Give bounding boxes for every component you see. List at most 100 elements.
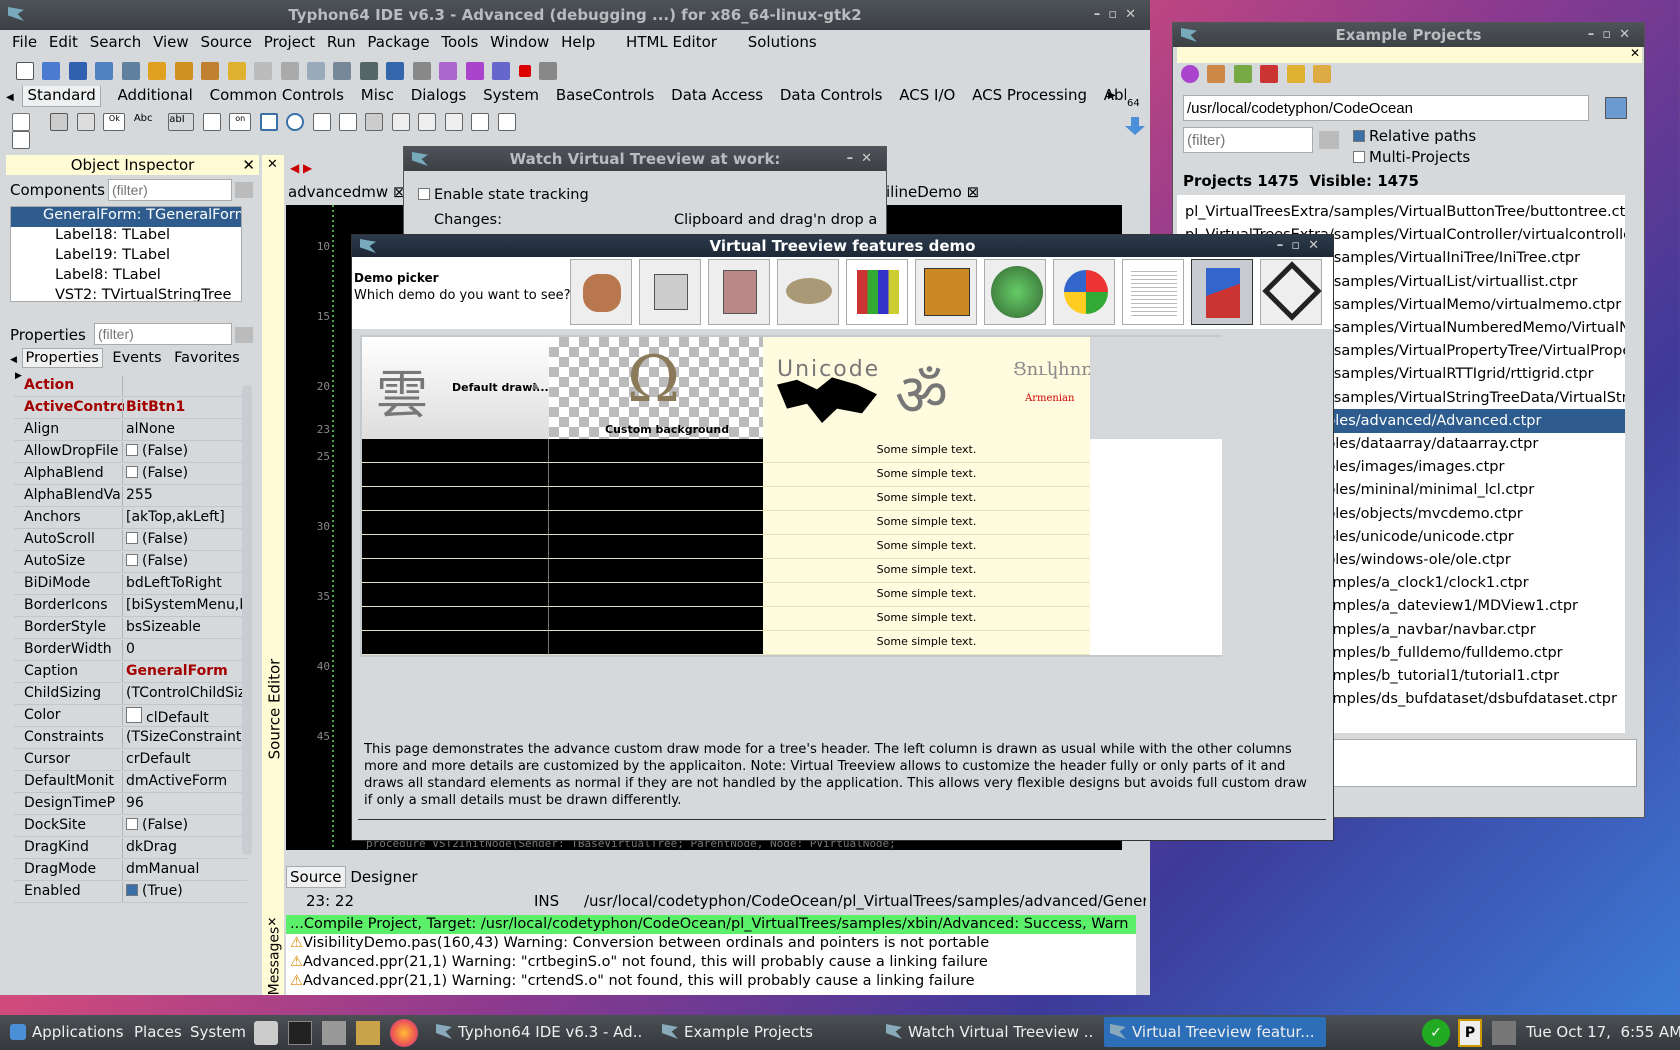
tab-source[interactable]: Source xyxy=(286,866,346,888)
message-warning[interactable]: ⚠Advanced.ppr(21,1) Warning: "crtbeginS.… xyxy=(286,953,1136,972)
watch-titlebar[interactable]: Watch Virtual Treeview at work: –✕ xyxy=(404,147,886,171)
property-row[interactable]: BorderWidth 0 xyxy=(14,640,247,661)
tree-cell-black[interactable] xyxy=(362,463,549,487)
checkbox-icon[interactable] xyxy=(126,554,138,566)
tree-cell-black[interactable] xyxy=(549,439,763,463)
demo-header-icon[interactable] xyxy=(1191,259,1253,325)
tree-cell-text[interactable]: Some simple text. xyxy=(763,487,1090,511)
property-value[interactable]: (False) xyxy=(126,553,251,569)
components-filter-icon[interactable] xyxy=(235,182,253,198)
tree-item[interactable]: Label8: TLabel xyxy=(11,267,241,287)
demo-visibility-icon[interactable] xyxy=(777,259,839,325)
tree-cell-black[interactable] xyxy=(549,487,763,511)
header-custom-background[interactable]: Ω Custom background xyxy=(549,337,763,439)
settings-icon[interactable] xyxy=(386,62,405,80)
property-row[interactable]: ActiveContro BitBtn1 xyxy=(14,398,247,419)
palette-scroll-right-icon[interactable]: ▶ xyxy=(1108,90,1116,101)
properties-filter-icon[interactable] xyxy=(235,327,253,343)
message-warning[interactable]: ⚠VisibilityDemo.pas(160,43) Warning: Con… xyxy=(286,934,1136,953)
tree-cell-black[interactable] xyxy=(549,463,763,487)
property-value[interactable]: 0 xyxy=(126,641,251,657)
inspector-tabs-left-icon[interactable]: ◀ xyxy=(10,355,17,365)
menu-edit[interactable]: Edit xyxy=(49,33,78,51)
tree-cell-text[interactable]: Some simple text. xyxy=(763,559,1090,583)
tree-cell-black[interactable] xyxy=(549,511,763,535)
property-row[interactable]: DefaultMonit dmActiveForm xyxy=(14,772,247,793)
editor-hscroll[interactable] xyxy=(286,851,1122,863)
tab-favorites[interactable]: Favorites xyxy=(174,350,240,366)
palette-tab-additional[interactable]: Additional xyxy=(118,86,193,104)
tree-cell-text[interactable]: Some simple text. xyxy=(763,631,1090,655)
relative-paths-checkbox[interactable]: Relative paths xyxy=(1353,127,1476,145)
task-watch[interactable]: Watch Virtual Treeview ... xyxy=(880,1017,1092,1047)
download-arrow-icon[interactable] xyxy=(1125,117,1145,135)
mixer-icon[interactable] xyxy=(322,1021,346,1045)
property-value[interactable]: dmActiveForm xyxy=(126,773,251,789)
panel-launcher-icon[interactable] xyxy=(254,1021,278,1045)
package-icon[interactable] xyxy=(148,62,167,80)
property-value[interactable]: (TControlChildSiz xyxy=(126,685,251,701)
browse-folder-icon[interactable] xyxy=(1605,97,1627,119)
menu-file[interactable]: File xyxy=(12,33,37,51)
demo-speed-icon[interactable] xyxy=(570,259,632,325)
enable-state-tracking-checkbox[interactable]: Enable state tracking xyxy=(418,187,589,203)
palette-tab-misc[interactable]: Misc xyxy=(361,86,394,104)
tree-cell-text[interactable]: Some simple text. xyxy=(763,511,1090,535)
stop-icon[interactable] xyxy=(518,65,531,77)
layout-icon[interactable] xyxy=(306,62,325,80)
property-value[interactable]: BitBtn1 xyxy=(126,399,251,415)
properties-filter-input[interactable] xyxy=(94,323,232,345)
tree-cell-black[interactable] xyxy=(362,607,549,631)
tree-cell-black[interactable] xyxy=(549,631,763,655)
palette-tab-dialogs[interactable]: Dialogs xyxy=(411,86,467,104)
projects-list-scrollbar[interactable] xyxy=(1625,195,1641,733)
options-icon[interactable] xyxy=(1313,65,1332,83)
open-icon[interactable] xyxy=(42,62,61,80)
source-editor-close-icon[interactable]: ✕ xyxy=(267,157,278,172)
tree-cell-black[interactable] xyxy=(362,487,549,511)
label-icon[interactable]: Abc xyxy=(134,113,160,131)
property-value[interactable]: bdLeftToRight xyxy=(126,575,251,591)
firefox-icon[interactable] xyxy=(390,1019,418,1047)
build-all-icon[interactable] xyxy=(1207,65,1226,83)
palette-tab-acs-processing[interactable]: ACS Processing xyxy=(972,86,1087,104)
tree-cell-text[interactable]: Some simple text. xyxy=(763,607,1090,631)
property-value[interactable]: bsSizeable xyxy=(126,619,251,635)
menu-package[interactable]: Package xyxy=(367,33,429,51)
property-value[interactable]: dkDrag xyxy=(126,839,251,855)
tree-cell-black[interactable] xyxy=(549,583,763,607)
property-row[interactable]: DragKind dkDrag xyxy=(14,838,247,859)
step-icon[interactable] xyxy=(539,62,558,80)
tree-item[interactable]: VST2: TVirtualStringTree xyxy=(11,287,241,301)
refresh-icon[interactable] xyxy=(1181,65,1199,83)
property-row[interactable]: Align alNone xyxy=(14,420,247,441)
property-row[interactable]: Caption GeneralForm xyxy=(14,662,247,683)
property-row[interactable]: Action xyxy=(14,376,247,397)
tree-cell-text[interactable]: Some simple text. xyxy=(763,463,1090,487)
header-unicode-column[interactable]: Unicode ॐ Ցուկհոռ Armenian xyxy=(763,337,1093,439)
menu-project[interactable]: Project xyxy=(264,33,315,51)
property-row[interactable]: BorderIcons [biSystemMenu,b xyxy=(14,596,248,617)
project-item[interactable]: pl_VirtualTreesExtra/samples/VirtualButt… xyxy=(1177,200,1625,224)
radiobutton-icon[interactable] xyxy=(286,113,305,131)
volume-icon[interactable] xyxy=(1492,1021,1516,1045)
menu-tools[interactable]: Tools xyxy=(441,33,478,51)
examples-close-icon[interactable]: ✕ xyxy=(1630,46,1640,60)
actionlist-icon[interactable] xyxy=(12,131,30,149)
checkbox-icon[interactable] xyxy=(126,444,138,456)
property-row[interactable]: Anchors [akTop,akLeft] xyxy=(14,508,247,529)
tab-designer[interactable]: Designer xyxy=(350,868,417,886)
palette-scroll-left-icon[interactable]: ◀ xyxy=(6,92,14,103)
tab-properties[interactable]: Properties xyxy=(21,348,103,368)
tree-cell-black[interactable] xyxy=(362,511,549,535)
palette-tab-data-controls[interactable]: Data Controls xyxy=(780,86,883,104)
demo-multilingual-icon[interactable] xyxy=(984,259,1046,325)
tree-cell-black[interactable] xyxy=(362,559,549,583)
terminal-icon[interactable] xyxy=(288,1021,312,1045)
editor-tab-last[interactable]: ilineDemo ⊠ xyxy=(886,183,979,201)
property-value[interactable]: (TSizeConstraints xyxy=(126,729,251,745)
new-file-icon[interactable] xyxy=(16,62,34,80)
property-value[interactable]: (False) xyxy=(126,443,251,459)
window-controls[interactable]: –▫✕ xyxy=(1094,0,1144,30)
property-row[interactable]: ChildSizing (TControlChildSiz xyxy=(14,684,247,705)
